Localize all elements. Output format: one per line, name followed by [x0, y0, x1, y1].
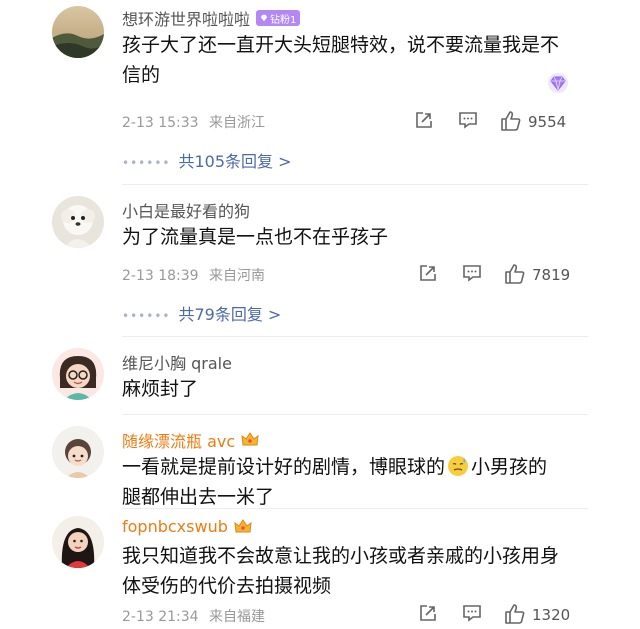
- fan-badge: 钻粉1: [256, 10, 301, 26]
- timestamp: 2-13 15:33: [122, 115, 199, 131]
- comment-icon[interactable]: [462, 603, 482, 627]
- replies-label[interactable]: 共79条回复 >: [178, 305, 281, 324]
- timestamp: 2-13 21:34: [122, 609, 199, 625]
- timestamp: 2-13 18:39: [122, 268, 199, 284]
- comment-actions: 1320: [410, 603, 580, 627]
- username[interactable]: 小白是最好看的狗: [122, 198, 250, 222]
- avatar[interactable]: [52, 426, 104, 478]
- comment-icon[interactable]: [462, 263, 482, 287]
- badge-label: 钻粉1: [270, 14, 297, 26]
- username-text[interactable]: fopnbcxswub: [122, 517, 228, 536]
- avatar[interactable]: [52, 6, 104, 58]
- location: 来自福建: [209, 609, 266, 625]
- username-text[interactable]: 维尼小胸 qrale: [122, 350, 232, 374]
- avatar[interactable]: [52, 196, 104, 248]
- divider: [122, 184, 588, 185]
- divider: [122, 336, 588, 337]
- username-text[interactable]: 想环游世界啦啦啦: [122, 6, 250, 30]
- divider: [122, 508, 588, 509]
- location: 来自浙江: [209, 115, 266, 131]
- username-text[interactable]: 小白是最好看的狗: [122, 198, 250, 222]
- thumbs-up-icon[interactable]: [504, 603, 526, 629]
- like-count: 7819: [532, 266, 571, 284]
- thumbs-up-icon[interactable]: [504, 263, 526, 289]
- crown-icon: [241, 432, 259, 446]
- username[interactable]: 想环游世界啦啦啦 钻粉1: [122, 6, 301, 30]
- view-replies-link[interactable]: •••••• 共105条回复 >: [122, 148, 292, 172]
- share-icon[interactable]: [414, 110, 434, 134]
- share-icon[interactable]: [418, 263, 438, 287]
- username[interactable]: 维尼小胸 qrale: [122, 350, 232, 374]
- like-count: 1320: [532, 606, 571, 624]
- comment-text-part: 一看就是提前设计好的剧情，博眼球的: [122, 456, 446, 478]
- reply-dots: ••••••: [122, 309, 171, 323]
- avatar[interactable]: [52, 516, 104, 568]
- like-count: 9554: [528, 113, 567, 131]
- avatar[interactable]: [52, 348, 104, 400]
- thumbs-up-icon[interactable]: [500, 110, 522, 136]
- username[interactable]: fopnbcxswub: [122, 517, 252, 536]
- comment-text: 一看就是提前设计好的剧情，博眼球的 小男孩的腿都伸出去一米了: [122, 452, 562, 512]
- comment-actions: 7819: [410, 263, 580, 287]
- comment-text: 为了流量真是一点也不在乎孩子: [122, 226, 389, 248]
- comment-meta: 2-13 15:33 来自浙江: [122, 112, 265, 132]
- diamond-icon: [546, 72, 570, 98]
- diamond-icon: [260, 14, 268, 22]
- comment-text: 我只知道我不会故意让我的小孩或者亲戚的小孩用身体受伤的代价去拍摄视频: [122, 545, 560, 597]
- comment-meta: 2-13 21:34 来自福建: [122, 606, 265, 626]
- username[interactable]: 随缘漂流瓶 avc: [122, 428, 259, 452]
- sweat-emoji-icon: [448, 456, 469, 476]
- comment-icon[interactable]: [458, 110, 478, 134]
- username-text[interactable]: 随缘漂流瓶 avc: [122, 428, 235, 452]
- replies-label[interactable]: 共105条回复 >: [178, 152, 291, 171]
- comment-text: 麻烦封了: [122, 378, 199, 400]
- comment-text: 孩子大了还一直开大头短腿特效，说不要流量我是不信的: [122, 34, 560, 86]
- view-replies-link[interactable]: •••••• 共79条回复 >: [122, 301, 281, 325]
- comment-meta: 2-13 18:39 来自河南: [122, 265, 265, 285]
- share-icon[interactable]: [418, 603, 438, 627]
- location: 来自河南: [209, 268, 266, 284]
- crown-icon: [234, 518, 252, 532]
- reply-dots: ••••••: [122, 156, 171, 170]
- comment-actions: 9554: [410, 110, 580, 134]
- divider: [122, 414, 588, 415]
